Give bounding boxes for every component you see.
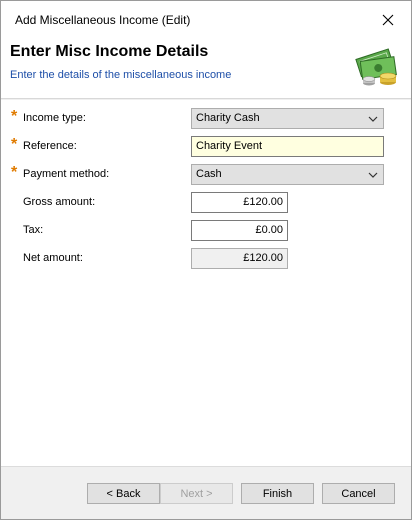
required-marker: * [11, 164, 18, 181]
cancel-button[interactable]: Cancel [322, 483, 395, 504]
wizard-footer: < Back Next > Finish Cancel [1, 466, 411, 519]
money-cash-icon [355, 48, 397, 86]
reference-field[interactable]: Charity Event [191, 136, 384, 157]
payment-method-value: Cash [196, 168, 222, 180]
payment-method-dropdown[interactable]: Cash [191, 164, 384, 185]
dialog-window: Add Miscellaneous Income (Edit) Enter Mi… [0, 0, 412, 520]
page-subtitle: Enter the details of the miscellaneous i… [10, 69, 232, 81]
net-amount-row: Net amount: £120.00 [1, 248, 411, 270]
tax-row: Tax: £0.00 [1, 220, 411, 242]
close-button[interactable] [365, 1, 411, 39]
income-type-value: Charity Cash [196, 112, 260, 124]
chevron-down-icon [368, 172, 378, 178]
reference-value: Charity Event [196, 140, 263, 152]
income-type-dropdown[interactable]: Charity Cash [191, 108, 384, 129]
income-type-row: * Income type: Charity Cash [1, 108, 411, 130]
tax-value: £0.00 [255, 224, 283, 236]
net-amount-label: Net amount: [23, 252, 83, 264]
tax-label: Tax: [23, 224, 44, 236]
close-icon [382, 14, 394, 26]
next-button[interactable]: Next > [160, 483, 233, 504]
finish-button[interactable]: Finish [241, 483, 314, 504]
form-area: * Income type: Charity Cash * Reference:… [1, 100, 411, 466]
net-amount-value: £120.00 [243, 252, 283, 264]
tax-field[interactable]: £0.00 [191, 220, 288, 241]
required-marker: * [11, 136, 18, 153]
income-type-label: Income type: [23, 112, 86, 124]
payment-method-row: * Payment method: Cash [1, 164, 411, 186]
required-marker: * [11, 108, 18, 125]
gross-amount-field[interactable]: £120.00 [191, 192, 288, 213]
net-amount-field: £120.00 [191, 248, 288, 269]
window-title: Add Miscellaneous Income (Edit) [15, 13, 191, 27]
reference-row: * Reference: Charity Event [1, 136, 411, 158]
back-button[interactable]: < Back [87, 483, 160, 504]
chevron-down-icon [368, 116, 378, 122]
reference-label: Reference: [23, 140, 77, 152]
title-bar: Add Miscellaneous Income (Edit) [1, 1, 411, 39]
gross-amount-row: Gross amount: £120.00 [1, 192, 411, 214]
payment-method-label: Payment method: [23, 168, 110, 180]
page-title: Enter Misc Income Details [10, 43, 209, 60]
gross-amount-label: Gross amount: [23, 196, 96, 208]
wizard-header: Enter Misc Income Details Enter the deta… [1, 39, 411, 99]
gross-amount-value: £120.00 [243, 196, 283, 208]
